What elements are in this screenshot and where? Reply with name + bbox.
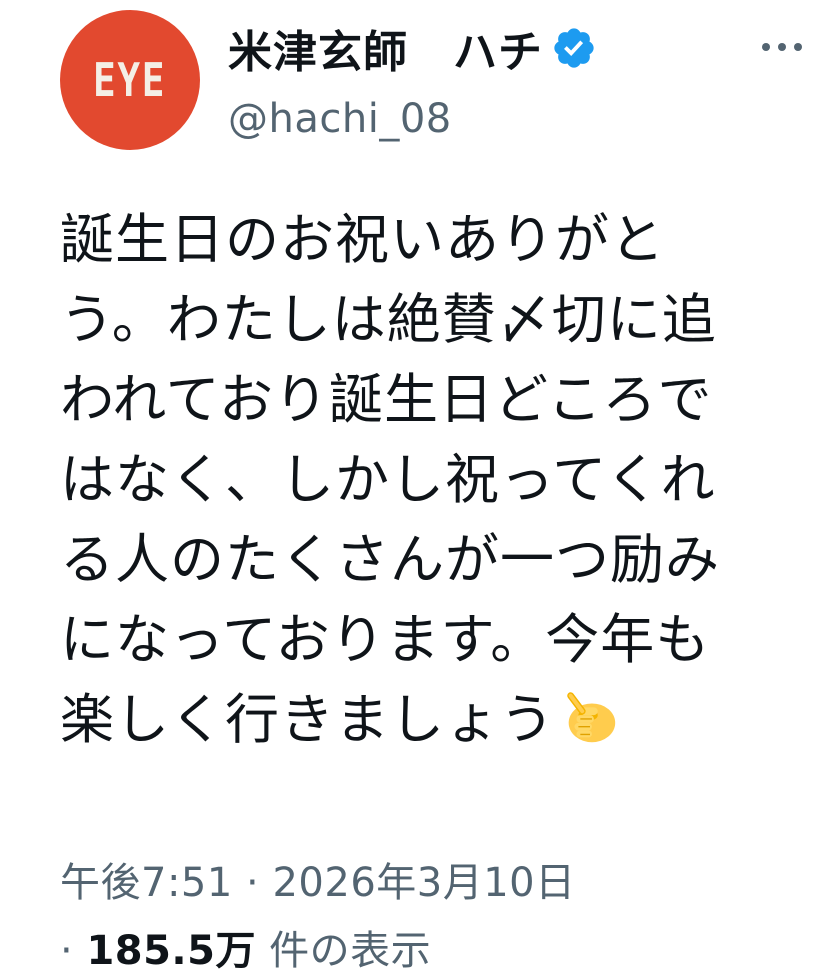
author-names: 米津玄師 ハチ @hachi_08	[228, 18, 748, 142]
author-handle[interactable]: @hachi_08	[228, 96, 748, 142]
tweet: EYE 米津玄師 ハチ @hachi_08 誕生日のお祝いありがと う。わたしは…	[0, 0, 840, 978]
views-row: · 185.5万 件の表示	[60, 918, 431, 976]
views-label: 件の表示	[255, 928, 432, 974]
meta-separator: ·	[232, 860, 273, 906]
dot	[762, 43, 770, 51]
timestamp-row: 午後7:51 · 2026年3月10日	[60, 850, 576, 908]
tweet-text-line: う。わたしは絶賛〆切に追	[60, 288, 717, 351]
verified-badge-icon[interactable]	[551, 25, 597, 71]
tweet-text-line: はなく、しかし祝ってくれ	[60, 448, 716, 511]
avatar[interactable]: EYE	[60, 10, 200, 150]
more-horizontal-icon[interactable]	[752, 32, 812, 62]
tweet-text-line: になっております。今年も	[60, 608, 711, 671]
tweet-header: EYE 米津玄師 ハチ @hachi_08	[60, 10, 820, 160]
pointing-hand-emoji	[567, 692, 616, 743]
tweet-text-line: 誕生日のお祝いありがと	[60, 208, 665, 271]
tweet-text: 誕生日のお祝いありがと う。わたしは絶賛〆切に追 われており誕生日どころで はな…	[60, 200, 780, 760]
avatar-logo-text: EYE	[93, 53, 167, 107]
views-count[interactable]: 185.5万	[86, 928, 256, 974]
tweet-text-line: る人のたくさんが一つ励み	[60, 528, 720, 591]
views-separator: ·	[60, 928, 87, 974]
tweet-text-line: われており誕生日どころで	[60, 368, 713, 431]
display-name-row: 米津玄師 ハチ	[228, 18, 748, 78]
tweet-text-line: 楽しく行きましょう	[60, 688, 555, 751]
post-time[interactable]: 午後7:51	[60, 860, 233, 906]
dot	[778, 43, 786, 51]
tweet-text-line-last: 楽しく行きましょう	[60, 680, 780, 760]
dot	[794, 43, 802, 51]
post-date[interactable]: 2026年3月10日	[272, 860, 575, 906]
display-name[interactable]: 米津玄師 ハチ	[228, 16, 543, 80]
